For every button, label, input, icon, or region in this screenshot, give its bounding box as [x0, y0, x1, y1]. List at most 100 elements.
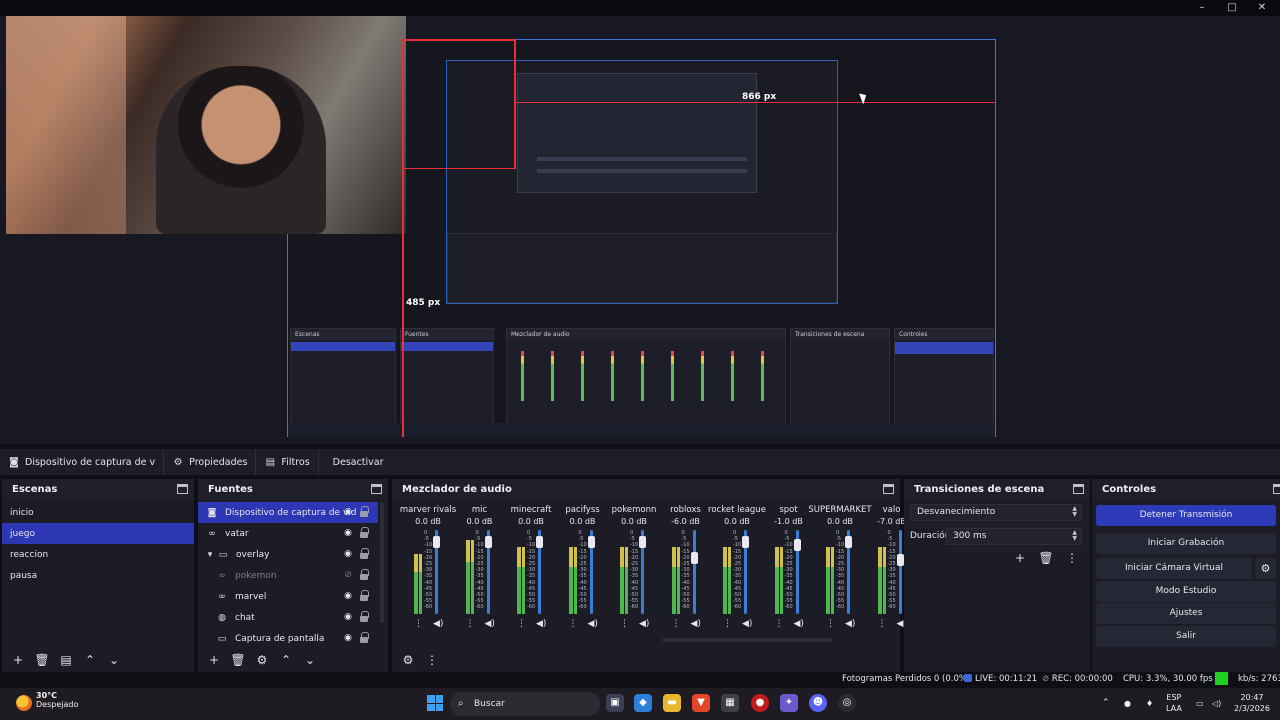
speaker-icon[interactable]: ◀)	[691, 619, 701, 629]
task-view-icon[interactable]: ▣	[606, 694, 624, 712]
kebab-menu-icon[interactable]: ⋮	[620, 619, 629, 629]
gear-icon[interactable]: ⚙	[254, 652, 270, 668]
trash-icon[interactable]: 🗑	[230, 652, 246, 668]
speaker-icon[interactable]: ◀)	[433, 619, 443, 629]
kebab-menu-icon[interactable]: ⋮	[414, 619, 423, 629]
lock-icon[interactable]	[360, 569, 369, 580]
kebab-menu-icon[interactable]: ⋮	[775, 619, 784, 629]
start-recording-button[interactable]: Iniciar Grabación	[1096, 533, 1276, 554]
stop-streaming-button[interactable]: Detener Transmisión	[1096, 505, 1276, 526]
kebab-menu-icon[interactable]: ⋮	[424, 652, 440, 668]
properties-button[interactable]: ⚙ Propiedades	[163, 449, 255, 475]
duration-field[interactable]: 300 ms ▲ ▼	[946, 528, 1082, 545]
undock-icon[interactable]	[371, 484, 382, 494]
discord-icon[interactable]: ☻	[809, 694, 827, 712]
sources-scrollbar[interactable]	[380, 503, 384, 623]
kebab-menu-icon[interactable]: ⋮	[723, 619, 732, 629]
lock-icon[interactable]	[360, 611, 369, 622]
virtual-camera-gear-icon[interactable]: ⚙	[1255, 558, 1276, 579]
fader-handle[interactable]	[484, 536, 492, 548]
kebab-menu-icon[interactable]: ⋮	[1064, 550, 1080, 566]
mixer-horizontal-scrollbar[interactable]	[662, 638, 832, 642]
scene-item-inicio[interactable]: inicio	[2, 502, 194, 523]
source-item-chat[interactable]: ◍ chat ◉	[198, 607, 378, 628]
app-red-icon[interactable]: ●	[751, 694, 769, 712]
undock-icon[interactable]	[1073, 484, 1084, 494]
copilot-icon[interactable]: ◆	[634, 694, 652, 712]
eye-icon[interactable]: ◉	[344, 612, 352, 622]
undock-icon[interactable]	[1273, 484, 1280, 494]
store-icon[interactable]: ▦	[721, 694, 739, 712]
source-item-pokemon[interactable]: ∞ pokemon ⊘	[198, 565, 378, 586]
tray-chevron-up-icon[interactable]: ⌃	[1102, 698, 1110, 709]
eye-icon[interactable]: ◉	[344, 591, 352, 601]
fader-handle[interactable]	[793, 539, 801, 551]
kebab-menu-icon[interactable]: ⋮	[878, 619, 887, 629]
speaker-icon[interactable]: ◀)	[845, 619, 855, 629]
volume-fader[interactable]	[898, 530, 902, 614]
transition-select[interactable]: Desvanecimiento ▲ ▼	[910, 504, 1082, 521]
fader-handle[interactable]	[536, 536, 543, 548]
fader-handle[interactable]	[433, 536, 440, 548]
eye-hidden-icon[interactable]: ⊘	[344, 570, 352, 580]
lock-icon[interactable]	[360, 632, 369, 643]
trash-icon[interactable]: 🗑	[34, 652, 50, 668]
kebab-menu-icon[interactable]: ⋮	[517, 619, 526, 629]
eye-icon[interactable]: ◉	[344, 633, 352, 643]
deactivate-button[interactable]: Desactivar	[317, 449, 392, 475]
taskbar-search[interactable]: ⌕ Buscar	[450, 692, 600, 716]
network-icon[interactable]: ▭	[1196, 698, 1204, 709]
kebab-menu-icon[interactable]: ⋮	[672, 619, 681, 629]
eye-icon[interactable]: ◉	[344, 549, 352, 559]
selection-right-edge[interactable]	[514, 39, 516, 169]
source-item-overlay[interactable]: ▾ ▭ overlay ◉	[198, 544, 378, 565]
volume-icon[interactable]: ◁)	[1212, 698, 1221, 709]
move-down-icon[interactable]: ⌄	[302, 652, 318, 668]
collapse-arrow-icon[interactable]: ▾	[206, 549, 214, 561]
undock-icon[interactable]	[883, 484, 894, 494]
teams-icon[interactable]: ✦	[780, 694, 798, 712]
fader-handle[interactable]	[639, 536, 646, 548]
kebab-menu-icon[interactable]: ⋮	[466, 619, 475, 629]
weather-widget[interactable]: 30°C Despejado	[36, 691, 78, 709]
speaker-icon[interactable]: ◀)	[485, 619, 495, 629]
scene-item-juego[interactable]: juego	[2, 523, 194, 544]
exit-button[interactable]: Salir	[1096, 626, 1276, 647]
clock[interactable]: 20:47 2/3/2026	[1230, 692, 1274, 714]
speaker-icon[interactable]: ◀)	[794, 619, 804, 629]
language-indicator[interactable]: ESP LAA	[1166, 692, 1182, 714]
filter-icon[interactable]: ▤	[58, 652, 74, 668]
fader-handle[interactable]	[690, 552, 698, 564]
close-button[interactable]: ✕	[1247, 0, 1277, 16]
speaker-icon[interactable]: ◀)	[639, 619, 649, 629]
scene-item-pausa[interactable]: pausa	[2, 565, 194, 586]
kebab-menu-icon[interactable]: ⋮	[569, 619, 578, 629]
microphone-icon[interactable]: ♦	[1146, 698, 1153, 709]
trash-icon[interactable]: 🗑	[1038, 550, 1054, 566]
settings-button[interactable]: Ajustes	[1096, 603, 1276, 624]
move-up-icon[interactable]: ⌃	[278, 652, 294, 668]
lock-icon[interactable]	[360, 590, 369, 601]
lock-icon[interactable]	[360, 506, 369, 517]
maximize-button[interactable]: □	[1217, 0, 1247, 16]
source-item-vatar[interactable]: ∞ vatar ◉	[198, 523, 378, 544]
minimize-button[interactable]: –	[1187, 0, 1217, 16]
lock-icon[interactable]	[360, 527, 369, 538]
source-item-marvel[interactable]: ∞ marvel ◉	[198, 586, 378, 607]
preview-canvas[interactable]: Escenas Fuentes Mezclador de audio Trans…	[0, 16, 1280, 444]
speaker-icon[interactable]: ◀)	[536, 619, 546, 629]
fader-handle[interactable]	[742, 536, 749, 548]
obs-icon[interactable]: ◎	[838, 694, 856, 712]
add-scene-icon[interactable]: +	[10, 652, 26, 668]
advanced-audio-gear-icon[interactable]: ⚙	[400, 652, 416, 668]
file-explorer-icon[interactable]: ▬	[663, 694, 681, 712]
start-virtual-camera-button[interactable]: Iniciar Cámara Virtual	[1096, 558, 1252, 579]
add-source-icon[interactable]: +	[206, 652, 222, 668]
volume-fader[interactable]	[692, 530, 696, 614]
brave-browser-icon[interactable]: ▼	[692, 694, 710, 712]
filters-button[interactable]: ▤ Filtros	[255, 449, 317, 475]
webcam-video[interactable]	[6, 16, 406, 234]
speaker-icon[interactable]: ◀)	[742, 619, 752, 629]
studio-mode-button[interactable]: Modo Estudio	[1096, 581, 1276, 602]
fader-handle[interactable]	[896, 554, 904, 566]
